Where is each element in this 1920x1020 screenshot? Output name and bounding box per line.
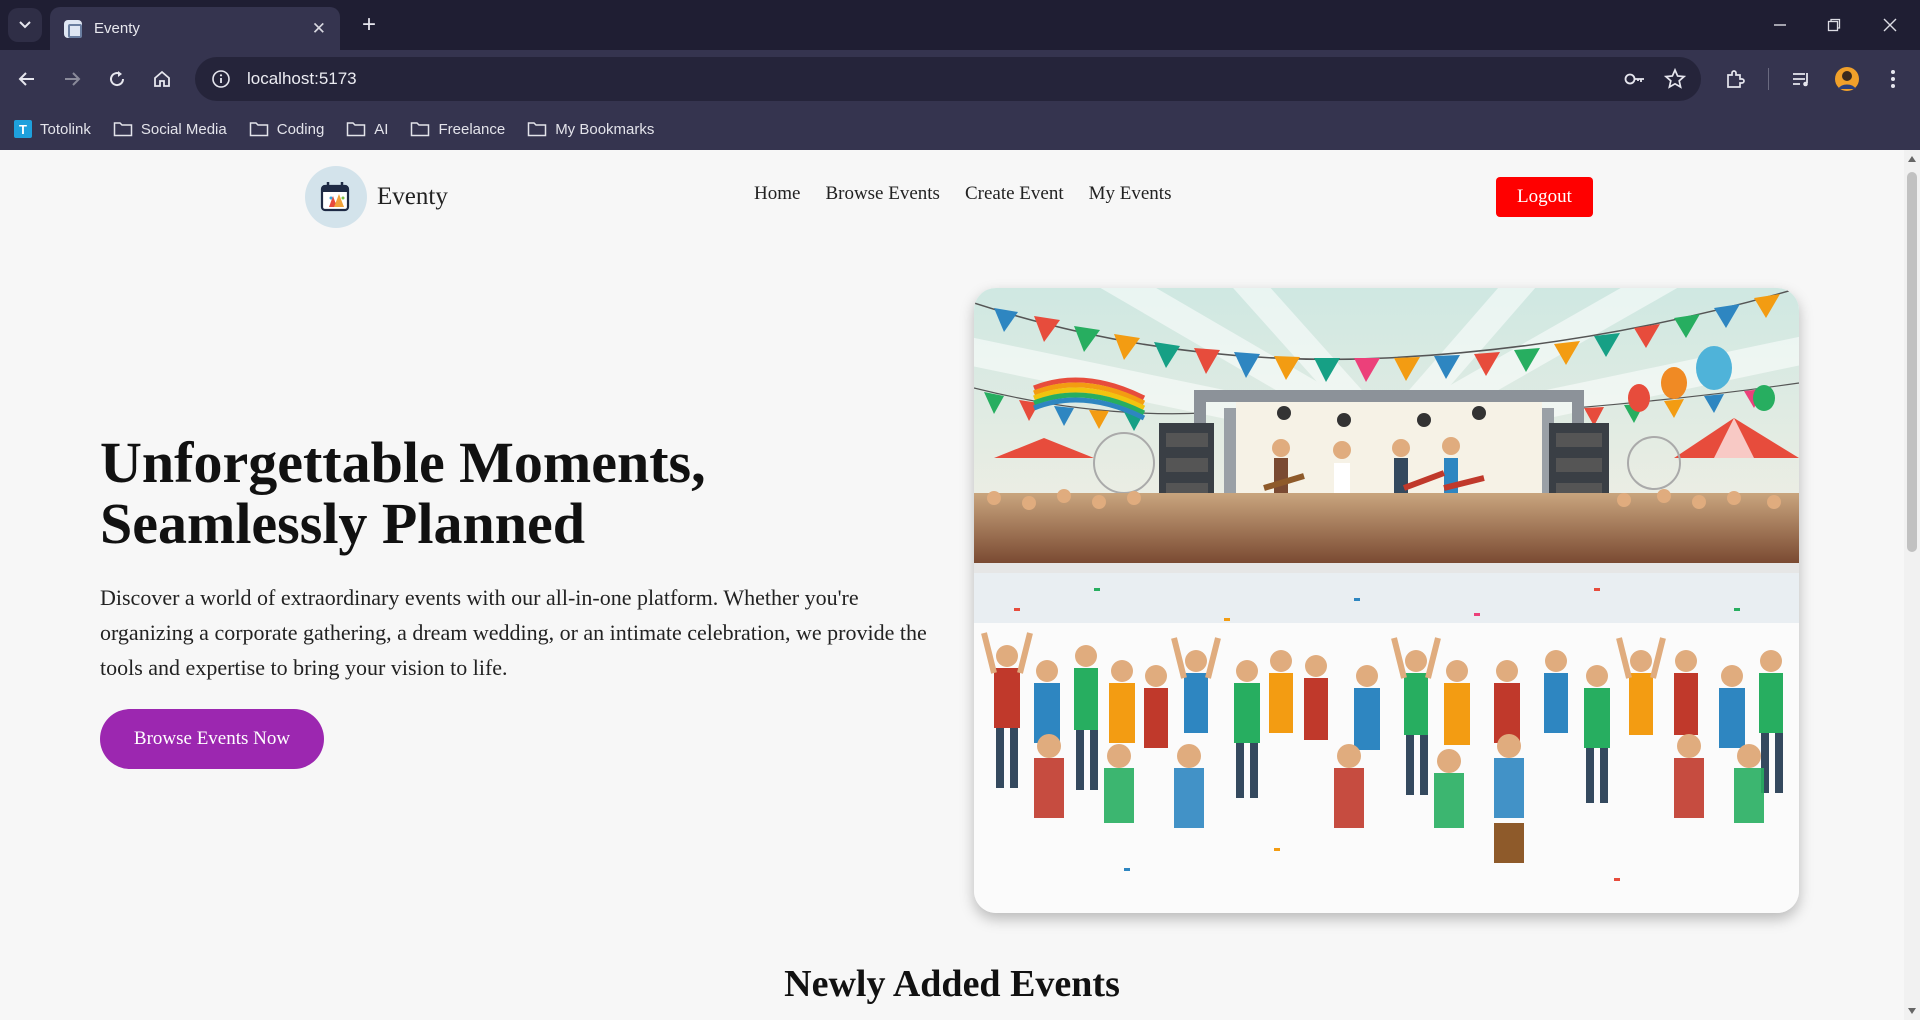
hero-title: Unforgettable Moments, Seamlessly Planne… xyxy=(100,432,920,554)
url-text: localhost:5173 xyxy=(247,69,357,88)
nav-create-event[interactable]: Create Event xyxy=(965,183,1064,205)
bookmark-social-media[interactable]: Social Media xyxy=(113,121,227,138)
scroll-down-icon[interactable] xyxy=(1908,1008,1916,1014)
folder-icon xyxy=(527,122,547,137)
hero-title-line-2: Seamlessly Planned xyxy=(100,491,585,556)
tab-favicon-icon xyxy=(64,19,82,38)
bookmark-star-icon[interactable] xyxy=(1655,59,1695,99)
page-viewport: Eventy Home Browse Events Create Event M… xyxy=(0,150,1904,1020)
bookmark-totolink[interactable]: T Totolink xyxy=(14,120,91,138)
toolbar-divider xyxy=(1768,68,1769,90)
media-controls-icon[interactable] xyxy=(1784,62,1818,96)
close-window-icon[interactable] xyxy=(1862,0,1918,50)
calendar-logo-icon xyxy=(305,166,367,228)
main-nav: Home Browse Events Create Event My Event… xyxy=(754,183,1196,205)
bookmark-label: Totolink xyxy=(40,120,91,138)
site-logo[interactable]: Eventy xyxy=(305,166,448,228)
minimize-icon[interactable] xyxy=(1752,0,1808,50)
bookmark-my-bookmarks[interactable]: My Bookmarks xyxy=(527,121,654,138)
hero-description: Discover a world of extraordinary events… xyxy=(100,585,927,680)
bookmark-label: AI xyxy=(374,120,389,138)
browser-toolbar: localhost:5173 xyxy=(0,50,1920,108)
extensions-icon[interactable] xyxy=(1718,62,1752,96)
new-tab-button[interactable]: + xyxy=(352,8,386,42)
site-navbar: Eventy Home Browse Events Create Event M… xyxy=(0,150,1904,240)
bookmark-coding[interactable]: Coding xyxy=(249,120,325,138)
logout-button[interactable]: Logout xyxy=(1496,177,1593,217)
profile-avatar[interactable] xyxy=(1830,62,1864,96)
nav-browse-events[interactable]: Browse Events xyxy=(825,183,940,205)
brand-name: Eventy xyxy=(377,183,448,210)
hero-image xyxy=(974,288,1799,913)
totolink-icon: T xyxy=(14,120,32,138)
page-scrollbar[interactable] xyxy=(1904,150,1920,1020)
browse-events-now-button[interactable]: Browse Events Now xyxy=(100,709,324,769)
folder-icon xyxy=(411,122,430,137)
nav-my-events[interactable]: My Events xyxy=(1089,183,1172,205)
newly-added-events-title: Newly Added Events xyxy=(784,963,1120,1005)
scroll-up-icon[interactable] xyxy=(1908,156,1916,162)
tab-title: Eventy xyxy=(94,20,140,37)
folder-icon xyxy=(113,122,133,137)
browser-menu-icon[interactable] xyxy=(1876,62,1910,96)
nav-home[interactable]: Home xyxy=(754,183,800,205)
tab-close-icon[interactable]: ✕ xyxy=(312,19,326,39)
browser-tab-bar: Eventy ✕ + xyxy=(0,0,1920,50)
home-icon[interactable] xyxy=(145,62,179,96)
hero-title-line-1: Unforgettable Moments, xyxy=(100,430,706,495)
bookmarks-bar: T Totolink Social Media Coding AI Freela… xyxy=(0,108,1920,150)
password-key-icon[interactable] xyxy=(1615,59,1655,99)
bookmark-label: Freelance xyxy=(438,120,506,138)
address-bar[interactable]: localhost:5173 xyxy=(195,57,1701,101)
bookmark-label: Coding xyxy=(276,120,325,138)
reload-icon[interactable] xyxy=(100,62,134,96)
bookmark-freelance[interactable]: Freelance xyxy=(410,121,505,138)
restore-icon[interactable] xyxy=(1806,0,1862,50)
festival-illustration xyxy=(974,288,1799,913)
bookmark-label: Social Media xyxy=(140,120,227,138)
scrollbar-thumb[interactable] xyxy=(1907,172,1917,552)
site-info-icon[interactable] xyxy=(207,65,235,93)
bookmark-label: My Bookmarks xyxy=(555,120,655,138)
folder-icon xyxy=(347,122,366,137)
bookmark-ai[interactable]: AI xyxy=(346,121,388,138)
chevron-down-icon xyxy=(19,21,31,29)
browser-tab[interactable]: Eventy ✕ xyxy=(50,7,340,50)
tab-search-button[interactable] xyxy=(8,8,42,42)
folder-icon xyxy=(249,122,268,137)
back-icon[interactable] xyxy=(10,62,44,96)
forward-icon[interactable] xyxy=(55,62,89,96)
